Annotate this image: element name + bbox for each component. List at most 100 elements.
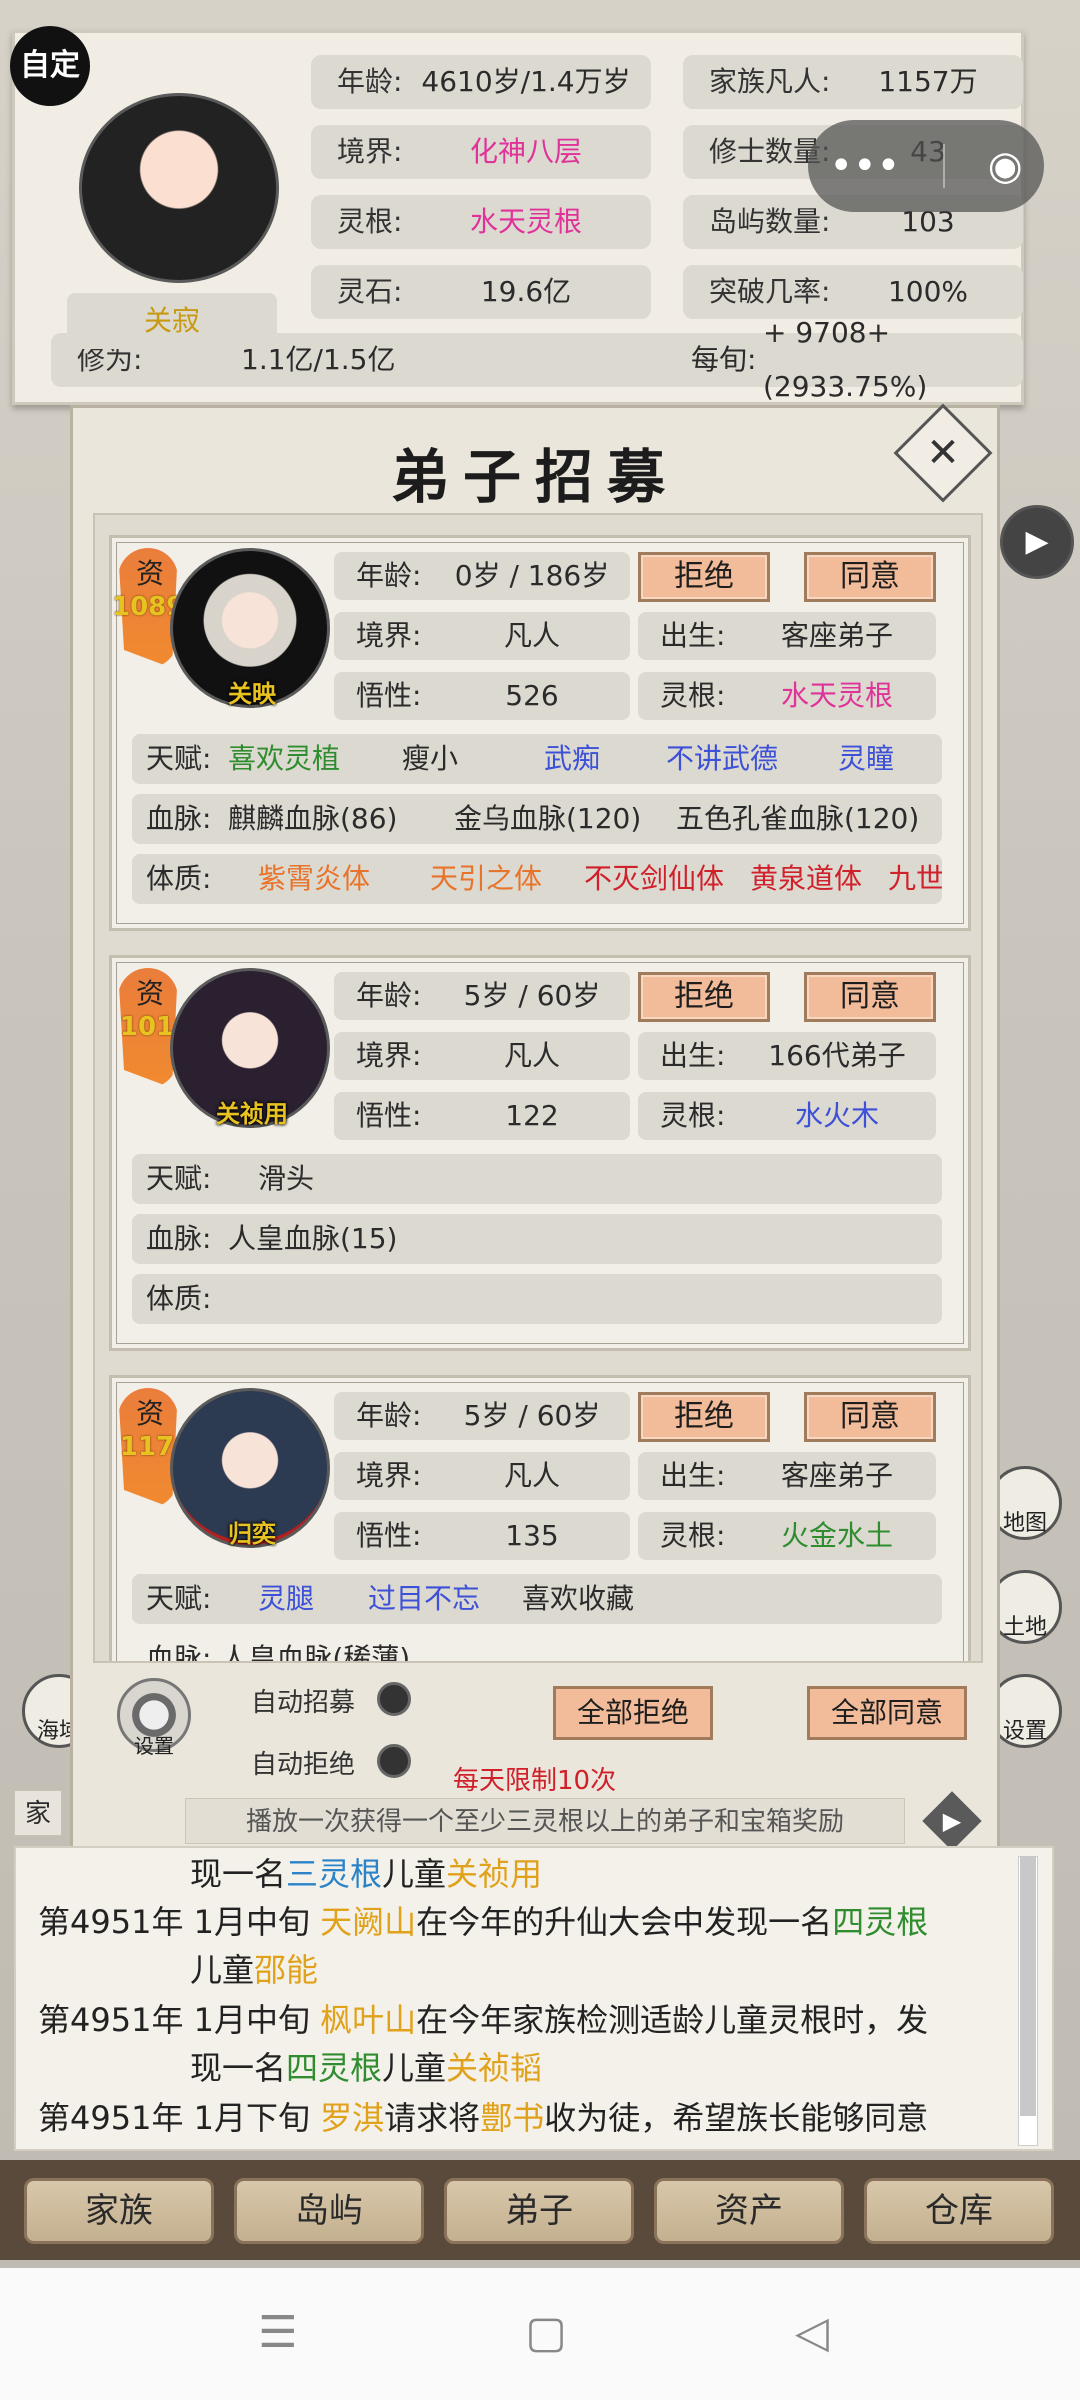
- bloodline-tag: 麒麟血脉(86): [228, 802, 398, 835]
- body-tag: 九世: [888, 862, 942, 895]
- wux-cell: 悟性: 135: [334, 1512, 630, 1560]
- candidate-card: 资 1089 关映 年龄: 0岁 / 186岁 境界: 凡人 悟性: 526 拒绝 同…: [109, 535, 971, 931]
- birth-value: 客座弟子: [780, 1459, 893, 1492]
- auto-reject-label: 自动拒绝: [251, 1750, 356, 1780]
- wux-value: 135: [505, 1519, 559, 1552]
- talent-row: 天赋: 滑头: [132, 1154, 942, 1204]
- bottom-nav: 家族 岛屿 弟子 资产 仓库: [0, 2160, 1080, 2260]
- close-miniprogram-icon[interactable]: ◉: [988, 143, 1023, 189]
- realm-label: 境界:: [356, 619, 422, 652]
- body-row: 体质:: [132, 1274, 942, 1324]
- log-line: 儿童邵能: [190, 1946, 318, 1994]
- wux-value: 526: [505, 679, 559, 712]
- menu-icon[interactable]: ☰: [248, 2308, 308, 2358]
- aptitude-label: 资: [135, 977, 164, 1010]
- more-icon[interactable]: •••: [829, 143, 900, 189]
- body-label: 体质:: [146, 1282, 212, 1315]
- body-label: 体质:: [146, 862, 212, 895]
- age-value: 5岁 / 60岁: [463, 979, 601, 1012]
- root-cell: 灵根: 水天灵根: [638, 672, 936, 720]
- talent-tag: 喜欢收藏: [522, 1582, 635, 1615]
- birth-cell: 出生: 客座弟子: [638, 1452, 936, 1500]
- reject-button[interactable]: 拒绝: [638, 972, 770, 1022]
- wux-value: 122: [505, 1099, 559, 1132]
- home-icon[interactable]: ▢: [516, 2308, 576, 2358]
- log-highlight: 鄷书: [480, 2099, 545, 2137]
- wux-cell: 悟性: 122: [334, 1092, 630, 1140]
- root-cell: 灵根: 水火木: [638, 1092, 936, 1140]
- log-highlight: 罗淇: [320, 2099, 385, 2137]
- age-cell: 年龄: 0岁 / 186岁: [334, 552, 630, 600]
- accept-button[interactable]: 同意: [804, 552, 936, 602]
- body-row: 体质: 紫霄炎体 天引之体 不灭剑仙体 黄泉道体 九世: [132, 854, 942, 904]
- realm-pill: 境界: 化神八层: [311, 125, 651, 179]
- log-text: 第4951年 1月中旬: [38, 1903, 321, 1941]
- close-icon: ✕: [926, 430, 960, 476]
- log-text: 儿童: [382, 1855, 447, 1893]
- auto-recruit-toggle[interactable]: [377, 1682, 411, 1716]
- nav-warehouse[interactable]: 仓库: [864, 2178, 1054, 2244]
- aptitude-label: 资: [135, 557, 164, 590]
- event-log[interactable]: 现一名三灵根儿童关祯用 第4951年 1月中旬 天阙山在今年的升仙大会中发现一名…: [14, 1846, 1054, 2151]
- birth-label: 出生:: [660, 1039, 726, 1072]
- body-tag: 不灭剑仙体: [584, 862, 725, 895]
- log-highlight: 枫叶山: [320, 2001, 417, 2039]
- talent-tag: 滑头: [258, 1162, 315, 1195]
- bloodline-row: 血脉: 人皇血脉(15): [132, 1214, 942, 1264]
- talent-row: 天赋: 灵腿 过目不忘 喜欢收藏: [132, 1574, 942, 1624]
- candidate-name: 关映: [228, 680, 276, 708]
- play-side-icon[interactable]: ▶: [1000, 505, 1074, 579]
- stone-value: 19.6亿: [480, 275, 572, 308]
- accept-button[interactable]: 同意: [804, 972, 936, 1022]
- talent-label: 天赋:: [146, 1162, 212, 1195]
- log-scroll-thumb[interactable]: [1020, 1856, 1036, 2116]
- root-pill: 灵根: 水天灵根: [311, 195, 651, 249]
- log-tab[interactable]: 家: [14, 1790, 62, 1836]
- family-value: 1157万: [878, 65, 978, 98]
- age-label: 年龄:: [356, 979, 422, 1012]
- custom-badge[interactable]: 自定: [10, 26, 90, 106]
- root-label: 灵根:: [660, 1099, 726, 1132]
- nav-family[interactable]: 家族: [24, 2178, 214, 2244]
- log-highlight: 关祯韬: [446, 2049, 543, 2087]
- birth-value: 客座弟子: [780, 619, 893, 652]
- log-highlight: 四灵根: [286, 2049, 383, 2087]
- log-text: 在今年家族检测适龄儿童灵根时，发: [416, 2001, 929, 2039]
- age-label: 年龄:: [356, 559, 422, 592]
- nav-disciple[interactable]: 弟子: [444, 2178, 634, 2244]
- accept-button[interactable]: 同意: [804, 1392, 936, 1442]
- age-value: 0岁 / 186岁: [454, 559, 610, 592]
- realm-value: 凡人: [503, 1039, 560, 1072]
- candidate-card: 资 101 关祯用 年龄: 5岁 / 60岁 境界: 凡人 悟性: 122 拒绝 同意…: [109, 955, 971, 1351]
- nav-assets[interactable]: 资产: [654, 2178, 844, 2244]
- candidate-name: 归奕: [228, 1520, 276, 1548]
- player-avatar[interactable]: [79, 93, 279, 283]
- birth-cell: 出生: 166代弟子: [638, 1032, 936, 1080]
- candidate-list[interactable]: 资 1089 关映 年龄: 0岁 / 186岁 境界: 凡人 悟性: 526 拒绝 同…: [93, 513, 983, 1663]
- reject-all-button[interactable]: 全部拒绝: [553, 1686, 713, 1740]
- talent-tag: 不讲武德: [666, 742, 779, 775]
- bloodline-tag: 五色孔雀血脉(120): [676, 802, 920, 835]
- reject-button[interactable]: 拒绝: [638, 1392, 770, 1442]
- play-icon: ▶: [942, 1807, 962, 1835]
- root-value: 火金水土: [780, 1519, 893, 1552]
- bloodline-row: 血脉: 麒麟血脉(86) 金乌血脉(120) 五色孔雀血脉(120): [132, 794, 942, 844]
- wux-label: 悟性:: [356, 679, 422, 712]
- bloodline-label: 血脉:: [146, 802, 212, 835]
- back-icon[interactable]: ◁: [782, 2308, 842, 2358]
- auto-reject-toggle[interactable]: [377, 1744, 411, 1778]
- per-label: 每旬:: [691, 343, 757, 376]
- bloodline-partial: 血脉: 人皇血脉(稀薄): [146, 1642, 411, 1663]
- reject-button[interactable]: 拒绝: [638, 552, 770, 602]
- nav-island[interactable]: 岛屿: [234, 2178, 424, 2244]
- wux-label: 悟性:: [356, 1099, 422, 1132]
- log-highlight: 邵能: [254, 1951, 319, 1989]
- accept-all-button[interactable]: 全部同意: [807, 1686, 967, 1740]
- daily-limit-text: 每天限制10次: [453, 1766, 617, 1796]
- age-value: 4610岁/1.4万岁: [421, 65, 631, 98]
- ad-play-button[interactable]: ▶: [922, 1791, 982, 1851]
- talent-tag: 武痴: [544, 742, 601, 775]
- realm-value: 凡人: [503, 619, 560, 652]
- birth-label: 出生:: [660, 1459, 726, 1492]
- log-text: 儿童: [382, 2049, 447, 2087]
